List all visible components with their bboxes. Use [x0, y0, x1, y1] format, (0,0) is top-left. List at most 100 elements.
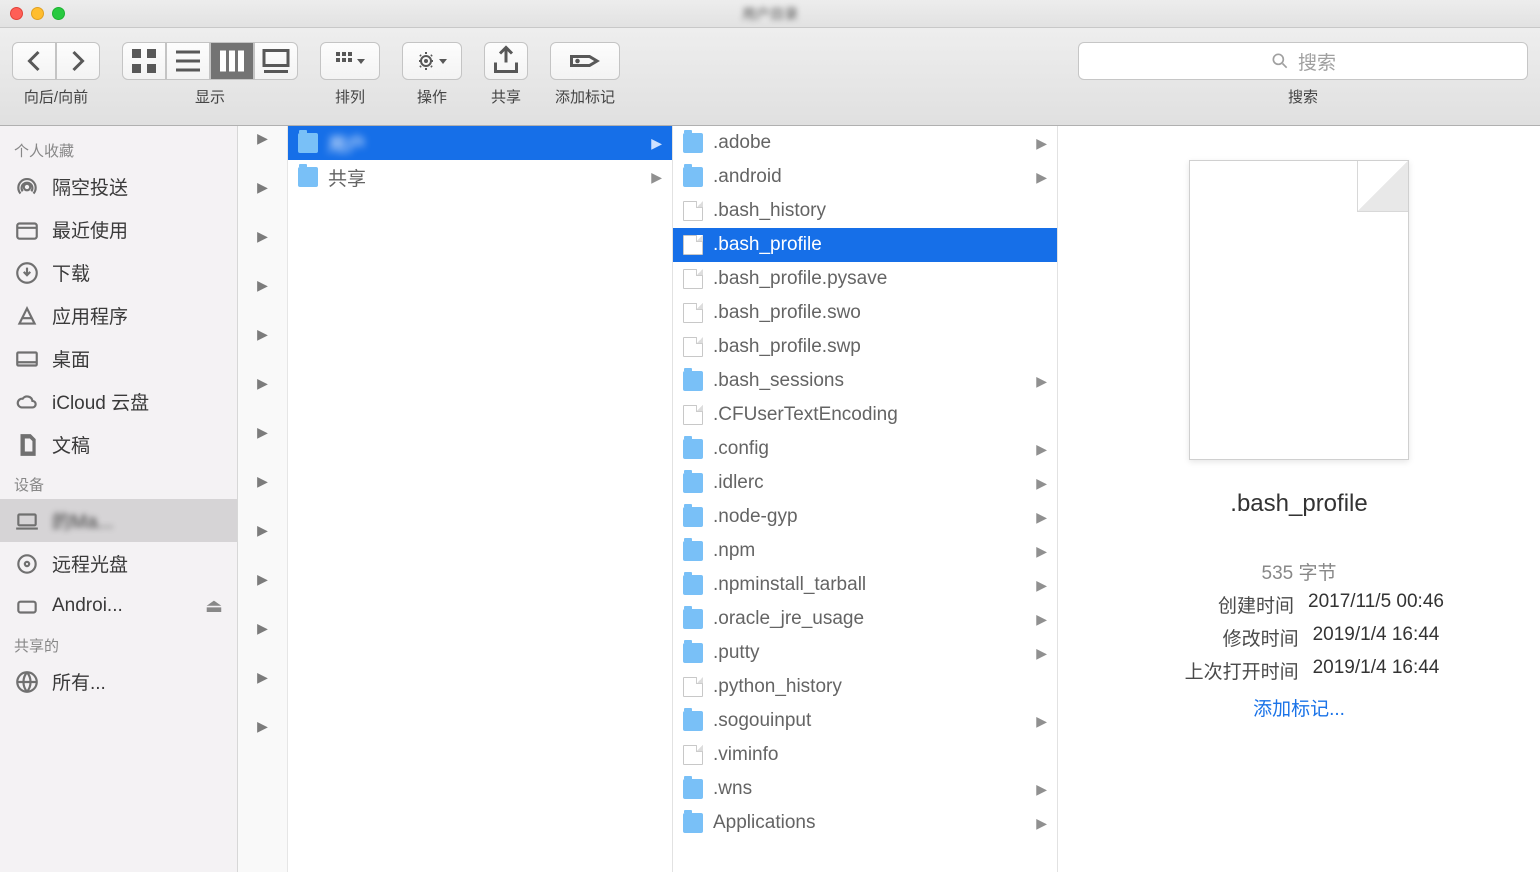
arrange-button[interactable]	[320, 42, 380, 80]
app-icon	[14, 303, 40, 329]
sidebar-item-label: 的Ma...	[52, 507, 113, 534]
file-row[interactable]: 用户▶	[288, 126, 672, 160]
folder-icon	[683, 541, 703, 561]
gallery-view-button[interactable]	[254, 42, 298, 80]
file-row[interactable]: .putty▶	[673, 636, 1057, 670]
file-row[interactable]: .android ▶	[673, 160, 1057, 194]
search-icon	[1270, 51, 1290, 71]
file-row[interactable]: .node-gyp▶	[673, 500, 1057, 534]
sidebar-item[interactable]: Androi... ⏏	[0, 585, 237, 627]
file-row[interactable]: .oracle_jre_usage▶	[673, 602, 1057, 636]
sidebar-item-label: iCloud 云盘	[52, 388, 149, 415]
sidebar-item[interactable]: 应用程序	[0, 294, 237, 337]
file-label: .idlerc	[713, 472, 764, 494]
forward-button[interactable]	[56, 42, 100, 80]
expand-icon: ▶	[1036, 815, 1047, 832]
disclosure-icon: ▶	[257, 130, 268, 147]
file-row[interactable]: .viminfo	[673, 738, 1057, 772]
expand-icon: ▶	[1036, 713, 1047, 730]
file-row[interactable]: .idlerc ▶	[673, 466, 1057, 500]
tag-label: 添加标记	[555, 86, 615, 107]
sidebar-item[interactable]: 桌面	[0, 337, 237, 380]
disclosure-icon: ▶	[257, 718, 268, 735]
preview-pane: .bash_profile 535 字节 创建时间2017/11/5 00:46…	[1058, 126, 1540, 872]
minimize-button[interactable]	[31, 7, 44, 20]
folder-icon	[683, 813, 703, 833]
file-row[interactable]: .python_history	[673, 670, 1057, 704]
add-tag-link[interactable]: 添加标记...	[1253, 694, 1345, 721]
expand-icon: ▶	[1036, 169, 1047, 186]
file-row[interactable]: .bash_history	[673, 194, 1057, 228]
sidebar-item[interactable]: iCloud 云盘	[0, 380, 237, 423]
sidebar-item[interactable]: 远程光盘	[0, 542, 237, 585]
file-row[interactable]: .bash_profile	[673, 228, 1057, 262]
disclosure-icon: ▶	[257, 669, 268, 686]
sidebar-item[interactable]: 所有...	[0, 660, 237, 703]
file-row[interactable]: .bash_sessions▶	[673, 364, 1057, 398]
close-button[interactable]	[10, 7, 23, 20]
action-button[interactable]	[402, 42, 462, 80]
file-row[interactable]: .config▶	[673, 432, 1057, 466]
file-label: .android	[713, 166, 782, 188]
file-row[interactable]: Applications ▶	[673, 806, 1057, 840]
sidebar-item-label: Androi...	[52, 595, 123, 617]
sidebar-item[interactable]: 的Ma...	[0, 499, 237, 542]
search-input[interactable]: 搜索	[1078, 42, 1528, 80]
file-row[interactable]: .npminstall_tarball▶	[673, 568, 1057, 602]
search-group: 搜索 搜索	[1078, 42, 1528, 107]
back-button[interactable]	[12, 42, 56, 80]
file-row[interactable]: .bash_profile.swo	[673, 296, 1057, 330]
disclosure-icon: ▶	[257, 473, 268, 490]
file-label: .python_history	[713, 676, 842, 698]
tag-group: 添加标记	[550, 42, 620, 107]
file-label: .bash_history	[713, 200, 826, 222]
file-row[interactable]: .bash_profile.pysave	[673, 262, 1057, 296]
file-label: Applications	[713, 812, 815, 834]
expand-icon: ▶	[1036, 781, 1047, 798]
arrow-gutter: ▶▶▶▶▶▶▶▶▶▶▶▶▶	[238, 126, 288, 872]
sidebar-item-label: 所有...	[52, 668, 106, 695]
column-view-button[interactable]	[210, 42, 254, 80]
disclosure-icon: ▶	[257, 179, 268, 196]
folder-icon	[683, 507, 703, 527]
file-row[interactable]: .npm▶	[673, 534, 1057, 568]
file-label: .putty	[713, 642, 759, 664]
tag-button[interactable]	[550, 42, 620, 80]
folder-icon	[683, 575, 703, 595]
file-row[interactable]: 共享▶	[288, 160, 672, 194]
folder-icon	[298, 133, 318, 153]
eject-icon[interactable]: ⏏	[205, 595, 223, 618]
arrange-group: 排列	[320, 42, 380, 107]
file-row[interactable]: .bash_profile.swp	[673, 330, 1057, 364]
meta-created: 创建时间2017/11/5 00:46	[1154, 591, 1444, 618]
sidebar-item-label: 桌面	[52, 345, 90, 372]
disclosure-icon: ▶	[257, 326, 268, 343]
expand-icon: ▶	[651, 169, 662, 186]
file-row[interactable]: .wns▶	[673, 772, 1057, 806]
expand-icon: ▶	[1036, 441, 1047, 458]
share-button[interactable]	[484, 42, 528, 80]
share-group: 共享	[484, 42, 528, 107]
file-label: .sogouinput	[713, 710, 811, 732]
airdrop-icon	[14, 174, 40, 200]
sidebar-item[interactable]: 隔空投送	[0, 165, 237, 208]
meta-modified: 修改时间2019/1/4 16:44	[1159, 624, 1440, 651]
file-row[interactable]: .CFUserTextEncoding	[673, 398, 1057, 432]
sidebar-item[interactable]: 最近使用	[0, 208, 237, 251]
file-label: .oracle_jre_usage	[713, 608, 864, 630]
file-row[interactable]: .adobe▶	[673, 126, 1057, 160]
maximize-button[interactable]	[52, 7, 65, 20]
list-view-button[interactable]	[166, 42, 210, 80]
disclosure-icon: ▶	[257, 228, 268, 245]
folder-icon	[683, 371, 703, 391]
sidebar-item[interactable]: 下载	[0, 251, 237, 294]
search-placeholder: 搜索	[1298, 48, 1336, 75]
folder-icon	[683, 711, 703, 731]
document-icon	[683, 303, 703, 323]
file-row[interactable]: .sogouinput ▶	[673, 704, 1057, 738]
sidebar-item-label: 文稿	[52, 431, 90, 458]
expand-icon: ▶	[1036, 475, 1047, 492]
download-icon	[14, 260, 40, 286]
icon-view-button[interactable]	[122, 42, 166, 80]
sidebar-item[interactable]: 文稿	[0, 423, 237, 466]
